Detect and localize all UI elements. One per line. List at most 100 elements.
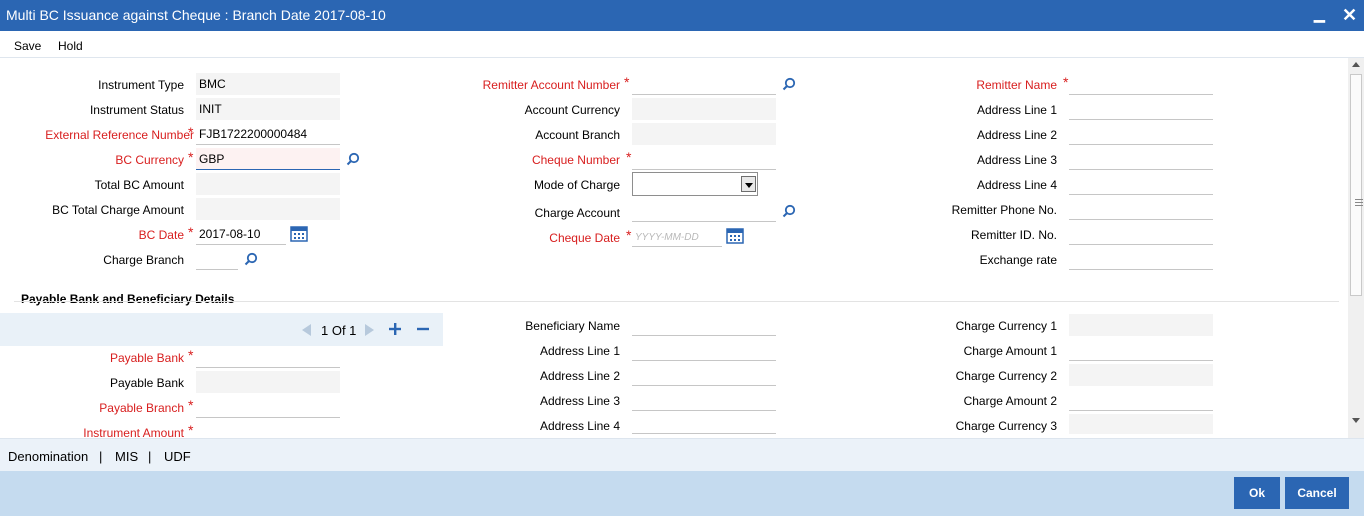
remitter-id-field[interactable]	[1069, 223, 1213, 245]
charge-amount-1-field[interactable]	[1069, 339, 1213, 361]
required-marker: *	[188, 149, 194, 165]
charge-amount-2-label: Charge Amount 2	[963, 394, 1057, 408]
address-line-3-field[interactable]	[1069, 148, 1213, 170]
section-title: Payable Bank and Beneficiary Details	[21, 292, 235, 306]
form-content: Instrument Type BMC Instrument Status IN…	[0, 58, 1364, 438]
remitter-phone-label: Remitter Phone No.	[951, 203, 1057, 217]
mis-link[interactable]: MIS	[115, 449, 138, 464]
beneficiary-address-1-field[interactable]	[632, 339, 776, 361]
payable-bank-name-field	[196, 371, 340, 393]
cheque-date-placeholder: YYYY-MM-DD	[635, 232, 699, 243]
ok-button[interactable]: Ok	[1234, 477, 1280, 509]
instrument-type-label: Instrument Type	[98, 78, 184, 92]
calendar-icon[interactable]	[726, 228, 744, 244]
cheque-number-field[interactable]	[632, 148, 776, 170]
remitter-name-field[interactable]	[1069, 73, 1213, 95]
exchange-rate-label: Exchange rate	[979, 253, 1057, 267]
beneficiary-name-label: Beneficiary Name	[525, 319, 620, 333]
charge-account-label: Charge Account	[534, 206, 620, 220]
next-icon[interactable]	[364, 323, 376, 337]
bc-date-label: BC Date	[138, 228, 184, 242]
beneficiary-address-1-label: Address Line 1	[539, 344, 620, 358]
charge-amount-2-field[interactable]	[1069, 389, 1213, 411]
instrument-amount-row: Instrument Amount *	[0, 422, 340, 438]
scroll-down-icon[interactable]	[1352, 418, 1360, 423]
scroll-thumb[interactable]	[1350, 74, 1363, 296]
charge-currency-2-field	[1069, 364, 1213, 386]
cancel-button[interactable]: Cancel	[1285, 477, 1349, 509]
address-line-3-label: Address Line 3	[976, 153, 1057, 167]
payable-bank-name-label: Payable Bank	[109, 376, 184, 390]
address-line-2-field[interactable]	[1069, 123, 1213, 145]
previous-icon[interactable]	[300, 323, 312, 337]
account-currency-field	[632, 98, 776, 120]
denomination-link[interactable]: Denomination	[8, 449, 88, 464]
address-line-1-field[interactable]	[1069, 98, 1213, 120]
beneficiary-address-4-label: Address Line 4	[539, 419, 620, 433]
vertical-scrollbar[interactable]	[1348, 58, 1364, 438]
bc-currency-label: BC Currency	[115, 153, 184, 167]
charge-currency-2-label: Charge Currency 2	[955, 369, 1057, 383]
total-bc-amount-field	[196, 173, 340, 195]
charge-currency-3-label: Charge Currency 3	[955, 419, 1057, 433]
delete-row-icon[interactable]	[416, 322, 430, 336]
account-branch-label: Account Branch	[535, 128, 620, 142]
beneficiary-address-3-field[interactable]	[632, 389, 776, 411]
cheque-date-field[interactable]: YYYY-MM-DD	[632, 225, 722, 247]
pager-bar: 1 Of 1	[0, 313, 443, 346]
charge-branch-label: Charge Branch	[103, 253, 184, 267]
window-title: Multi BC Issuance against Cheque : Branc…	[6, 7, 386, 23]
external-reference-field[interactable]: FJB1722200000484	[196, 123, 340, 145]
hold-button[interactable]: Hold	[58, 39, 83, 53]
footer: Ok Cancel	[0, 471, 1364, 516]
remitter-phone-field[interactable]	[1069, 198, 1213, 220]
chevron-down-icon[interactable]	[741, 176, 756, 192]
beneficiary-name-field[interactable]	[632, 314, 776, 336]
grip-icon	[1355, 199, 1363, 206]
charge-amount-1-label: Charge Amount 1	[963, 344, 1057, 358]
remitter-account-field[interactable]	[632, 73, 776, 95]
payable-branch-field[interactable]	[196, 396, 340, 418]
bc-total-charge-field	[196, 198, 340, 220]
beneficiary-address-2-field[interactable]	[632, 364, 776, 386]
charge-currency-1-label: Charge Currency 1	[955, 319, 1057, 333]
add-row-icon[interactable]	[388, 322, 402, 336]
cheque-date-label: Cheque Date	[549, 231, 620, 245]
calendar-icon[interactable]	[290, 226, 308, 242]
required-marker: *	[188, 224, 194, 240]
instrument-status-field: INIT	[196, 98, 340, 120]
bc-date-field[interactable]: 2017-08-10	[196, 223, 286, 245]
search-icon[interactable]	[346, 152, 360, 166]
bc-currency-field[interactable]: GBP	[196, 148, 340, 170]
payable-bank-label: Payable Bank	[109, 351, 184, 365]
save-button[interactable]: Save	[14, 39, 41, 53]
close-button[interactable]: ✕	[1342, 5, 1357, 25]
external-reference-label: External Reference Number	[45, 128, 194, 142]
charge-currency-1-field	[1069, 314, 1213, 336]
charge-branch-field[interactable]	[196, 248, 238, 270]
address-line-4-field[interactable]	[1069, 173, 1213, 195]
search-icon[interactable]	[244, 252, 258, 266]
account-currency-label: Account Currency	[524, 103, 620, 117]
minimize-button[interactable]: ▁	[1314, 4, 1325, 24]
beneficiary-address-3-label: Address Line 3	[539, 394, 620, 408]
required-marker: *	[188, 422, 194, 438]
instrument-status-label: Instrument Status	[89, 103, 184, 117]
address-line-2-label: Address Line 2	[976, 128, 1057, 142]
required-marker: *	[624, 74, 630, 90]
scroll-up-icon[interactable]	[1352, 62, 1360, 67]
bc-total-charge-label: BC Total Charge Amount	[52, 203, 184, 217]
mode-of-charge-label: Mode of Charge	[533, 178, 620, 192]
search-icon[interactable]	[782, 77, 796, 91]
title-bar: Multi BC Issuance against Cheque : Branc…	[0, 0, 1364, 31]
payable-bank-field[interactable]	[196, 346, 340, 368]
udf-link[interactable]: UDF	[164, 449, 191, 464]
mode-of-charge-select[interactable]	[632, 172, 758, 196]
charge-account-field[interactable]	[632, 200, 776, 222]
beneficiary-address-4-field[interactable]	[632, 414, 776, 434]
required-marker: *	[1063, 74, 1069, 90]
address-line-1-label: Address Line 1	[976, 103, 1057, 117]
search-icon[interactable]	[782, 204, 796, 218]
exchange-rate-field[interactable]	[1069, 248, 1213, 270]
instrument-amount-label: Instrument Amount	[83, 426, 184, 438]
